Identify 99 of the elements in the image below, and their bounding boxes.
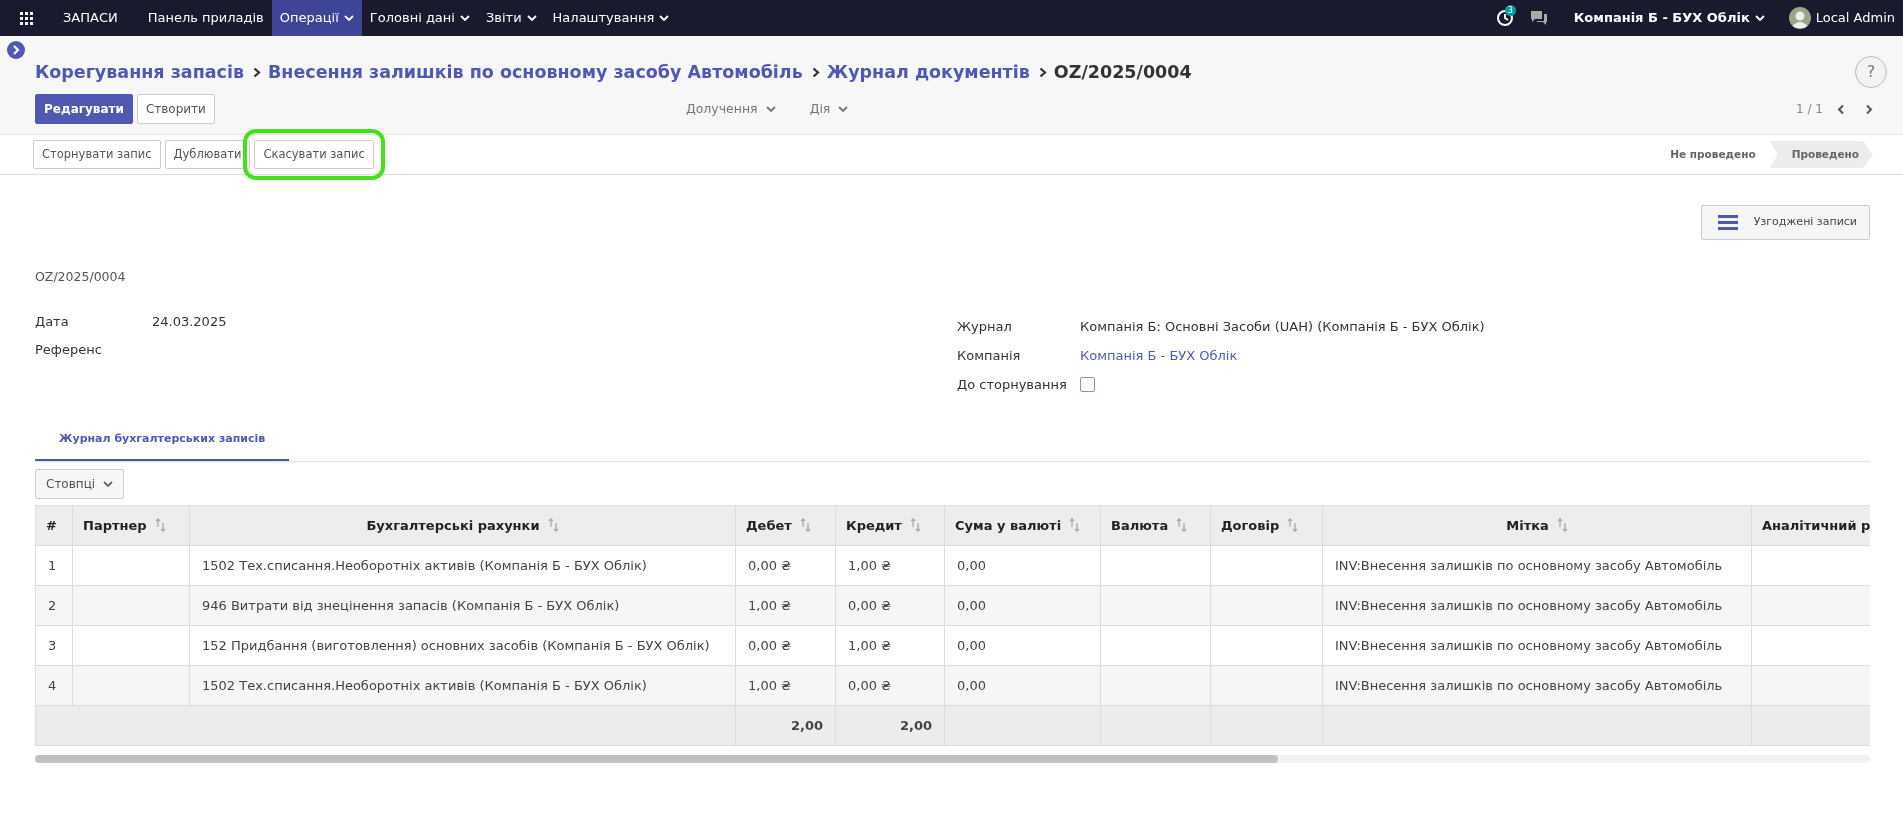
table-cell: 1502 Тех.списання.Необоротніх активів (Компанія Б - БУХ Облік) bbox=[189, 545, 736, 586]
table-cell: 2 bbox=[35, 585, 73, 626]
company-link[interactable]: Компанія Б - БУХ Облік bbox=[1080, 346, 1238, 366]
app-grid-icon[interactable] bbox=[20, 11, 33, 25]
user-menu[interactable]: Local Admin bbox=[1772, 0, 1903, 36]
table-cell: 1,00 ₴ bbox=[735, 665, 836, 706]
chevron-icon bbox=[1038, 66, 1047, 78]
company-switcher[interactable]: Компанія Б - БУХ Облік bbox=[1565, 0, 1773, 36]
field-label: Компанія bbox=[957, 347, 1022, 365]
caret-icon bbox=[765, 106, 776, 112]
menu-item[interactable]: Операції bbox=[271, 0, 362, 36]
table-cell: 0,00 bbox=[944, 665, 1101, 706]
breadcrumb-link[interactable]: Внесення залишків по основному засобу Автомобіль bbox=[268, 58, 803, 86]
table-cell: 1,00 ₴ bbox=[835, 625, 945, 666]
sort-icon bbox=[1069, 517, 1081, 532]
column-header: # bbox=[35, 505, 73, 546]
caret-icon bbox=[838, 106, 849, 112]
sort-icon bbox=[547, 517, 559, 532]
sort-icon bbox=[154, 517, 166, 532]
column-header[interactable]: Сума у валюті bbox=[944, 505, 1101, 546]
column-header: Аналітичний р bbox=[1751, 505, 1870, 546]
status-stage[interactable]: Проведено bbox=[1769, 140, 1873, 169]
caret-icon bbox=[103, 480, 114, 487]
table-cell: 1502 Тех.списання.Необоротніх активів (Компанія Б - БУХ Облік) bbox=[189, 665, 736, 706]
caret-icon bbox=[1754, 15, 1765, 21]
table-cell: 0,00 bbox=[944, 545, 1101, 586]
record-name: OZ/2025/0004 bbox=[35, 267, 127, 286]
columns-button[interactable]: Стовпці bbox=[35, 468, 125, 499]
table-cell: 4 bbox=[35, 665, 73, 706]
sort-icon bbox=[799, 517, 811, 532]
table-cell: INV:Внесення залишків по основному засобу Автомобіль bbox=[1322, 545, 1752, 586]
column-header[interactable]: Договір bbox=[1210, 505, 1323, 546]
chevron-right-icon[interactable] bbox=[1865, 103, 1873, 115]
field-value: Компанія Б: Основні Засоби (UAH) (Компанія Б - БУХ Облік) bbox=[1080, 318, 1485, 336]
action-button[interactable]: Дублювати bbox=[164, 139, 251, 170]
breadcrumb-link[interactable]: Журнал документів bbox=[826, 58, 1030, 86]
column-header[interactable]: Бухгалтерські рахунки bbox=[189, 505, 736, 546]
column-header[interactable]: Партнер bbox=[72, 505, 190, 546]
table-cell: 3 bbox=[35, 625, 73, 666]
caret-icon bbox=[459, 15, 470, 21]
menu-item[interactable]: Панель приладів bbox=[139, 0, 272, 36]
dropdown-button[interactable]: Долучення bbox=[679, 98, 782, 120]
table-cell: 0,00 ₴ bbox=[735, 625, 836, 666]
table-cell: 946 Витрати від знецінення запасів (Компанія Б - БУХ Облік) bbox=[189, 585, 736, 626]
table-cell: INV:Внесення залишків по основному засобу Автомобіль bbox=[1322, 625, 1752, 666]
chat-icon[interactable] bbox=[1529, 10, 1548, 26]
edit-button[interactable]: Редагувати bbox=[35, 94, 133, 124]
field-label: Дата bbox=[35, 313, 70, 332]
column-header[interactable]: Мітка bbox=[1322, 505, 1752, 546]
status-stage[interactable]: Не проведено bbox=[1648, 140, 1770, 169]
table-cell: INV:Внесення залишків по основному засобу Автомобіль bbox=[1322, 665, 1752, 706]
caret-icon bbox=[526, 15, 537, 21]
table-cell: INV:Внесення залишків по основному засобу Автомобіль bbox=[1322, 585, 1752, 626]
sort-icon bbox=[1176, 517, 1188, 532]
sort-icon bbox=[909, 517, 921, 532]
chevron-left-icon[interactable] bbox=[1837, 103, 1845, 115]
table-cell: 1,00 ₴ bbox=[835, 545, 945, 586]
table-cell: 0,00 bbox=[944, 585, 1101, 626]
list-icon bbox=[1717, 214, 1738, 231]
pager-counter: 1 / 1 bbox=[1796, 101, 1823, 118]
menu-item[interactable]: Головні дані bbox=[361, 0, 478, 36]
table-cell: 0,00 bbox=[944, 625, 1101, 666]
total-cell: 2,00 bbox=[835, 705, 945, 746]
total-cell: 2,00 bbox=[735, 705, 836, 746]
column-header[interactable]: Дебет bbox=[735, 505, 836, 546]
table-cell: 0,00 ₴ bbox=[835, 585, 945, 626]
column-header[interactable]: Кредит bbox=[835, 505, 945, 546]
column-header[interactable]: Валюта bbox=[1100, 505, 1211, 546]
avatar-icon bbox=[1788, 7, 1811, 29]
notebook-tab[interactable]: Журнал бухгалтерських записів bbox=[35, 421, 290, 461]
field-value: 24.03.2025 bbox=[152, 313, 227, 332]
smart-button[interactable]: Узгоджені записи bbox=[1700, 205, 1870, 240]
table-cell: 1,00 ₴ bbox=[735, 585, 836, 626]
scrollbar-thumb[interactable] bbox=[35, 754, 1278, 763]
app-name[interactable]: ЗАПАСИ bbox=[55, 0, 126, 36]
caret-icon bbox=[343, 15, 354, 21]
help-button[interactable]: ? bbox=[1855, 56, 1887, 88]
checkbox[interactable] bbox=[1080, 377, 1095, 393]
caret-icon bbox=[659, 15, 670, 21]
breadcrumb-link[interactable]: Корегування запасів bbox=[35, 58, 244, 86]
action-button[interactable]: Сторнувати запис bbox=[33, 139, 161, 170]
field-label: До сторнування bbox=[957, 376, 1068, 394]
table-cell: 0,00 ₴ bbox=[835, 665, 945, 706]
field-label: Журнал bbox=[957, 318, 1013, 336]
table-cell: 0,00 ₴ bbox=[735, 545, 836, 586]
chevron-icon bbox=[253, 66, 261, 78]
table-cell: 1 bbox=[35, 545, 73, 586]
create-button[interactable]: Створити bbox=[136, 94, 215, 124]
sort-icon bbox=[1287, 517, 1299, 532]
dropdown-button[interactable]: Дія bbox=[803, 98, 855, 120]
chevron-icon bbox=[811, 66, 820, 78]
sort-icon bbox=[1556, 517, 1568, 532]
breadcrumb-current: OZ/2025/0004 bbox=[1053, 60, 1192, 84]
menu-item[interactable]: Налаштування bbox=[544, 0, 678, 36]
activity-count-badge: 3 bbox=[1504, 4, 1516, 16]
sidebar-toggle-icon[interactable] bbox=[7, 41, 25, 59]
table-cell: 152 Придбання (виготовлення) основних засобів (Компанія Б - БУХ Облік) bbox=[189, 625, 736, 666]
field-label: Референс bbox=[35, 341, 103, 360]
menu-item[interactable]: Звіти bbox=[477, 0, 545, 36]
